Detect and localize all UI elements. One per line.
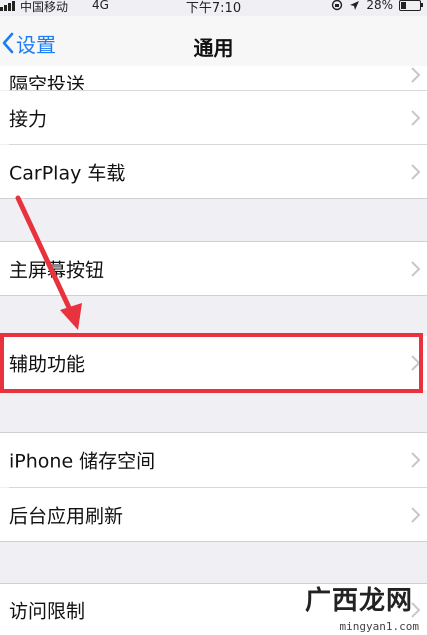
settings-row-accessibility[interactable]: 辅助功能 (0, 336, 427, 390)
chevron-right-icon (411, 355, 421, 371)
row-label: iPhone 储存空间 (9, 450, 156, 473)
chevron-right-icon (411, 67, 421, 83)
group-divider (0, 541, 427, 542)
settings-row-carplay[interactable]: CarPlay 车载 (0, 145, 427, 198)
row-label: 隔空投送 (9, 74, 86, 90)
chevron-right-icon (411, 109, 421, 126)
watermark-url: mingyan1.com (339, 620, 419, 633)
row-label: CarPlay 车载 (9, 162, 126, 184)
settings-row-iphone-storage[interactable]: iPhone 储存空间 (0, 433, 427, 487)
watermark-logo: 广西龙网 (304, 586, 413, 616)
page-title: 通用 (193, 36, 234, 60)
chevron-right-icon (411, 452, 421, 468)
chevron-right-icon (411, 506, 421, 523)
row-label: 后台应用刷新 (9, 505, 124, 527)
chevron-right-icon (411, 163, 421, 180)
group-divider (0, 198, 427, 199)
settings-row-airdrop[interactable]: 隔空投送 (0, 66, 427, 90)
group-divider (0, 295, 427, 296)
navigation-bar: 设置 通用 (0, 16, 427, 66)
status-bar: 中国移动 4G 下午7:10 28% (0, 0, 427, 16)
battery-icon (399, 0, 423, 11)
location-icon (350, 0, 360, 10)
row-label: 辅助功能 (9, 353, 86, 376)
settings-row-handoff[interactable]: 接力 (0, 91, 427, 144)
rotation-lock-icon (332, 0, 343, 11)
chevron-right-icon (411, 260, 421, 277)
settings-row-background-refresh[interactable]: 后台应用刷新 (0, 488, 427, 541)
row-label: 主屏幕按钮 (9, 259, 105, 281)
battery-percent: 28% (366, 0, 393, 12)
row-label: 访问限制 (9, 600, 86, 622)
settings-row-home-button[interactable]: 主屏幕按钮 (0, 242, 427, 295)
row-label: 接力 (9, 108, 48, 130)
